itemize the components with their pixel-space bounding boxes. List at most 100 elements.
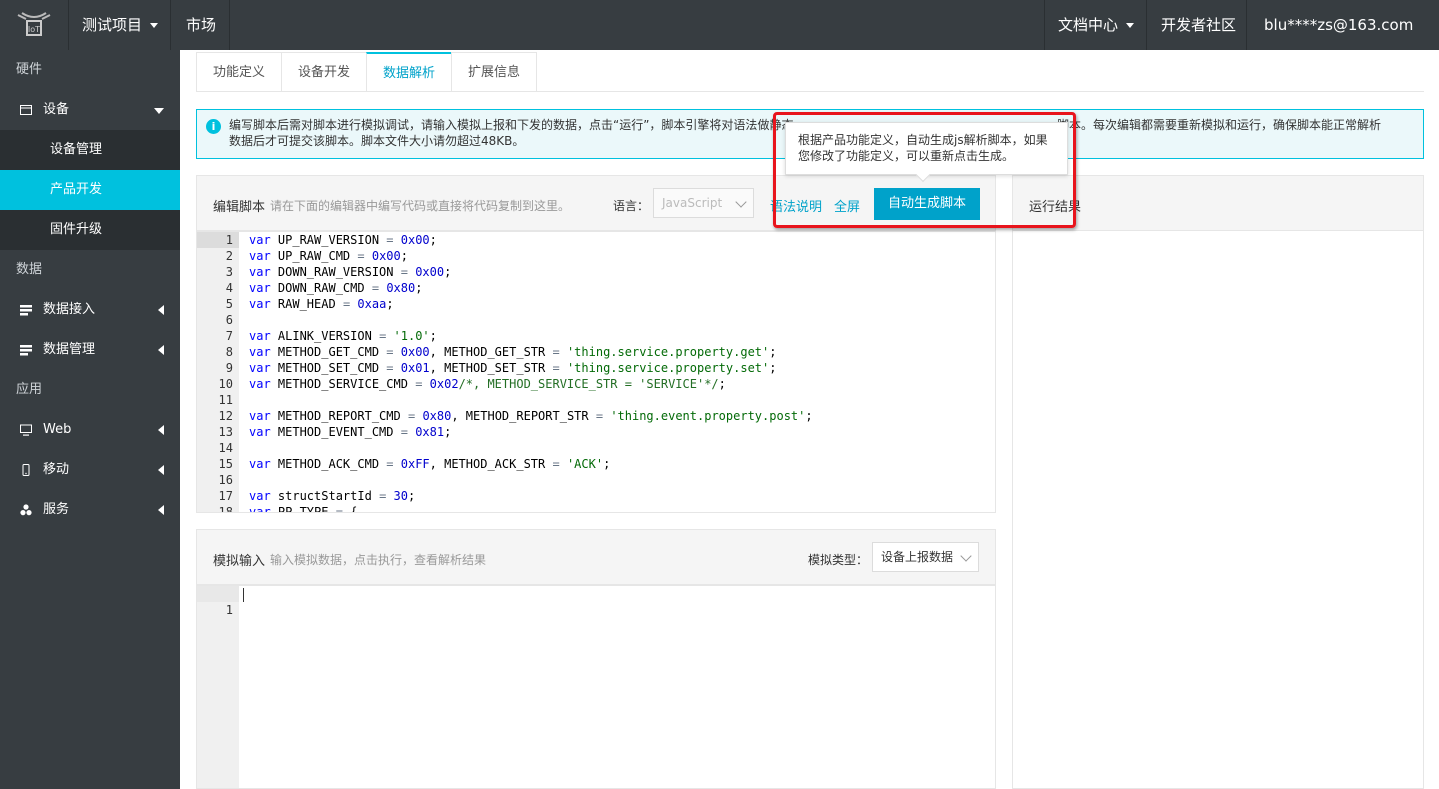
cubes-icon xyxy=(20,504,32,516)
code-text: var RAW_HEAD = 0xaa; xyxy=(249,297,394,311)
sidebar-item-label: 移动 xyxy=(43,462,70,477)
code-line: 14 xyxy=(197,440,995,456)
line-number: 3 xyxy=(225,265,233,279)
script-editor-hint: 请在下面的编辑器中编写代码或直接将代码复制到这里。 xyxy=(270,199,571,213)
sidebar-item-service[interactable]: 服务 xyxy=(0,490,180,530)
simulation-input-header: 模拟输入 输入模拟数据，点击执行，查看解析结果 模拟类型： 设备上报数据 xyxy=(196,529,996,585)
caret-left-icon xyxy=(158,345,164,355)
script-editor-title: 编辑脚本 xyxy=(213,200,266,215)
code-line: 1 xyxy=(197,586,239,617)
simulation-input-title: 模拟输入 xyxy=(213,554,266,569)
list-icon xyxy=(20,305,32,316)
line-number: 13 xyxy=(218,425,233,439)
market-label: 市场 xyxy=(186,16,217,34)
chevron-down-icon xyxy=(150,23,159,28)
simulation-type-select[interactable]: 设备上报数据 xyxy=(872,542,979,572)
code-line: 7 var ALINK_VERSION = '1.0'; xyxy=(197,328,995,344)
code-text: var METHOD_REPORT_CMD = 0x80, METHOD_REP… xyxy=(249,409,813,423)
tab-device-development[interactable]: 设备开发 xyxy=(281,52,367,92)
script-code-editor[interactable]: 1 var UP_RAW_VERSION = 0x00; 2 var UP_RAW_C… xyxy=(196,231,996,513)
sidebar-item-product-development[interactable]: 产品开发 xyxy=(0,170,180,210)
code-text: var UP_RAW_VERSION = 0x00; xyxy=(249,233,437,247)
code-text: var METHOD_EVENT_CMD = 0x81; xyxy=(249,425,452,439)
sidebar-item-data-management[interactable]: 数据管理 xyxy=(0,330,180,370)
red-highlight-box xyxy=(773,112,1076,228)
sidebar-item-mobile[interactable]: 移动 xyxy=(0,450,180,490)
sidebar-item-device-management[interactable]: 设备管理 xyxy=(0,130,180,170)
line-number: 1 xyxy=(225,603,233,617)
code-line: 2 var UP_RAW_CMD = 0x00; xyxy=(197,248,995,264)
line-number: 16 xyxy=(218,473,233,487)
line-number: 2 xyxy=(225,249,233,263)
user-account-menu[interactable]: blu****zs@163.com xyxy=(1246,0,1439,78)
code-line: 18 var PP_TYPE = { xyxy=(197,504,995,513)
project-selector[interactable]: 测试项目 xyxy=(68,0,170,50)
tab-bar: 功能定义 设备开发 数据解析 扩展信息 xyxy=(196,52,538,92)
sidebar: 硬件 设备 设备管理 产品开发 固件升级 数据 数据接入 数据管理 应用 Web… xyxy=(0,50,180,789)
code-line: 1 var UP_RAW_VERSION = 0x00; xyxy=(197,232,995,248)
code-text: var METHOD_SET_CMD = 0x01, METHOD_SET_ST… xyxy=(249,361,777,375)
sidebar-item-device[interactable]: 设备 xyxy=(0,90,180,130)
market-link[interactable]: 市场 xyxy=(170,0,230,50)
sidebar-item-label: 数据接入 xyxy=(43,302,96,317)
sidebar-item-label: 数据管理 xyxy=(43,342,96,357)
sidebar-section-hardware: 硬件 xyxy=(16,62,43,77)
sidebar-item-label: 服务 xyxy=(43,502,70,517)
sidebar-item-data-access[interactable]: 数据接入 xyxy=(0,290,180,330)
monitor-icon xyxy=(20,424,32,436)
code-text: var PP_TYPE = { xyxy=(249,505,358,513)
svg-text:IoT: IoT xyxy=(28,25,40,34)
caret-left-icon xyxy=(158,505,164,515)
code-text: var ALINK_VERSION = '1.0'; xyxy=(249,329,437,343)
iot-logo[interactable]: IoT xyxy=(0,0,68,50)
caret-down-icon xyxy=(154,108,164,114)
code-line: 9 var METHOD_SET_CMD = 0x01, METHOD_SET_S… xyxy=(197,360,995,376)
line-number: 18 xyxy=(218,505,233,513)
simulation-input-editor[interactable]: 1 xyxy=(196,585,996,789)
sidebar-item-label: 设备 xyxy=(43,102,70,117)
top-navigation-bar: IoT 测试项目 市场 文档中心 开发者社区 blu****zs@163.com xyxy=(0,0,1439,78)
code-line: 4 var DOWN_RAW_CMD = 0x80; xyxy=(197,280,995,296)
language-label: 语言： xyxy=(613,199,650,213)
info-icon: i xyxy=(206,119,221,134)
sidebar-item-firmware-upgrade[interactable]: 固件升级 xyxy=(0,210,180,250)
text-cursor xyxy=(243,588,244,602)
code-text: var structStartId = 30; xyxy=(249,489,416,503)
developer-community-link[interactable]: 开发者社区 xyxy=(1146,0,1246,50)
code-line: 13 var METHOD_EVENT_CMD = 0x81; xyxy=(197,424,995,440)
language-value: JavaScript xyxy=(662,196,723,210)
tab-extension-info[interactable]: 扩展信息 xyxy=(451,52,538,92)
code-line: 11 xyxy=(197,392,995,408)
line-number: 7 xyxy=(225,329,233,343)
simulation-type-value: 设备上报数据 xyxy=(881,550,954,564)
line-number: 11 xyxy=(218,393,233,407)
code-line: 8 var METHOD_GET_CMD = 0x00, METHOD_GET_S… xyxy=(197,344,995,360)
tab-data-parsing[interactable]: 数据解析 xyxy=(366,52,452,92)
chevron-down-icon xyxy=(1126,23,1135,28)
caret-left-icon xyxy=(158,425,164,435)
code-text: var UP_RAW_CMD = 0x00; xyxy=(249,249,408,263)
code-line: 12 var METHOD_REPORT_CMD = 0x80, METHOD_R… xyxy=(197,408,995,424)
chevron-down-icon xyxy=(735,196,747,208)
tab-divider xyxy=(196,91,1424,92)
code-line: 5 var RAW_HEAD = 0xaa; xyxy=(197,296,995,312)
language-select[interactable]: JavaScript xyxy=(653,188,754,218)
code-text: var DOWN_RAW_VERSION = 0x00; xyxy=(249,265,452,279)
logo-icon: IoT xyxy=(17,12,51,36)
line-number: 8 xyxy=(225,345,233,359)
code-line: 16 xyxy=(197,472,995,488)
project-name: 测试项目 xyxy=(82,16,143,34)
community-label: 开发者社区 xyxy=(1161,16,1237,34)
code-text: var METHOD_ACK_CMD = 0xFF, METHOD_ACK_ST… xyxy=(249,457,611,471)
tab-function-definition[interactable]: 功能定义 xyxy=(196,52,282,92)
docs-center-menu[interactable]: 文档中心 xyxy=(1044,0,1146,50)
sidebar-item-web[interactable]: Web xyxy=(0,410,180,450)
list-icon xyxy=(20,345,32,356)
caret-left-icon xyxy=(158,465,164,475)
code-text: var METHOD_GET_CMD = 0x00, METHOD_GET_ST… xyxy=(249,345,777,359)
code-line: 15 var METHOD_ACK_CMD = 0xFF, METHOD_ACK_… xyxy=(197,456,995,472)
code-line: 6 xyxy=(197,312,995,328)
line-number: 10 xyxy=(218,377,233,391)
line-number: 6 xyxy=(225,313,233,327)
sidebar-section-application: 应用 xyxy=(16,382,43,397)
